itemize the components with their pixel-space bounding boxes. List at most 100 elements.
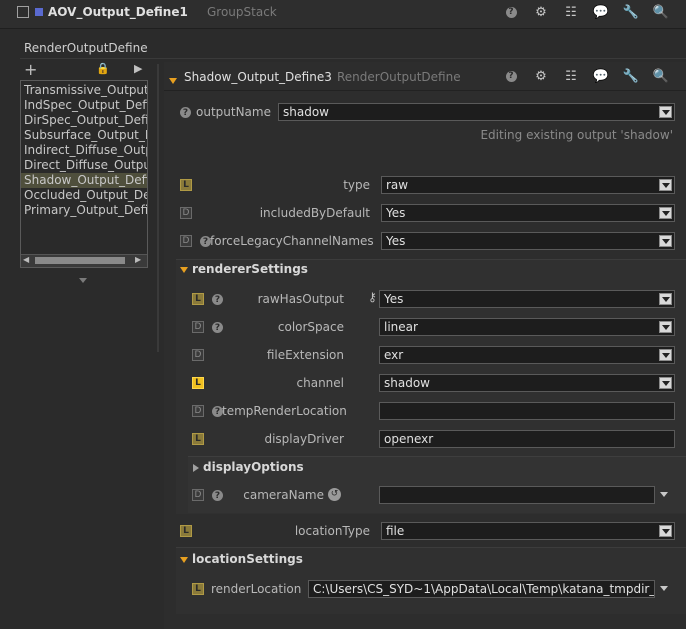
colorSpace-value: linear <box>384 320 418 334</box>
list-scrollbar[interactable]: ◀ ▶ <box>21 254 147 267</box>
outputName-label: outputName <box>196 105 271 119</box>
locationType-value: file <box>386 524 405 538</box>
scroll-right-icon[interactable]: ▶ <box>135 255 141 264</box>
chevron-down-icon[interactable] <box>659 525 672 537</box>
list-item[interactable]: Primary_Output_Defi <box>21 203 147 218</box>
type-field[interactable]: raw <box>381 176 675 194</box>
wrench-icon[interactable]: 🔧 <box>616 1 646 23</box>
search-icon[interactable]: 🔍 <box>646 1 676 23</box>
cameraName-label: cameraName <box>243 488 324 502</box>
default-badge[interactable]: D <box>192 405 204 417</box>
default-badge[interactable]: D <box>192 321 204 333</box>
renderLocation-label: renderLocation <box>211 582 302 596</box>
locationType-field[interactable]: file <box>381 522 675 540</box>
chevron-down-icon[interactable] <box>659 293 672 305</box>
forceLegacyChannelNames-value: Yes <box>386 234 406 248</box>
history-icon[interactable]: ↺ <box>328 488 341 501</box>
list-item[interactable]: Direct_Diffuse_Outpu <box>21 158 147 173</box>
chevron-down-icon[interactable] <box>660 586 668 591</box>
splitter[interactable] <box>157 64 159 352</box>
locationSettings-header[interactable]: locationSettings <box>180 552 303 566</box>
chevron-down-icon[interactable] <box>659 377 672 389</box>
scroll-thumb[interactable] <box>35 257 125 264</box>
chevron-down-icon[interactable] <box>659 349 672 361</box>
lock-icon[interactable]: 🔒 <box>96 62 110 75</box>
list-item[interactable]: Subsurface_Output_D <box>21 128 147 143</box>
help-icon[interactable]: ? <box>496 1 526 23</box>
outputName-field[interactable]: shadow <box>278 103 675 121</box>
key-icon[interactable]: ⚷ <box>368 290 377 304</box>
rawHasOutput-value: Yes <box>384 292 404 306</box>
list-item[interactable]: Occluded_Output_Def <box>21 188 147 203</box>
list-item[interactable]: Transmissive_Output_ <box>21 83 147 98</box>
local-badge[interactable]: L <box>192 433 204 445</box>
list-expand-icon[interactable] <box>79 278 87 283</box>
chevron-down-icon[interactable] <box>659 321 672 333</box>
forceLegacyChannelNames-field[interactable]: Yes <box>381 232 675 250</box>
comment-icon[interactable]: 💬 <box>586 1 616 23</box>
default-badge[interactable]: D <box>180 235 192 247</box>
list-toolbar: + 🔒 ▶ <box>20 60 148 80</box>
default-badge[interactable]: D <box>192 349 204 361</box>
type-label-bar <box>20 38 686 59</box>
chevron-down-icon[interactable] <box>659 207 672 219</box>
tempRenderLocation-field[interactable] <box>379 402 675 420</box>
displayDriver-field[interactable]: openexr <box>379 430 675 448</box>
collapse-icon[interactable] <box>180 266 188 273</box>
local-badge[interactable]: L <box>192 377 204 389</box>
displayOptions-label: displayOptions <box>203 460 304 474</box>
local-badge[interactable]: L <box>192 293 204 305</box>
local-badge[interactable]: L <box>180 179 192 191</box>
list-item[interactable]: Indirect_Diffuse_Outp <box>21 143 147 158</box>
displayDriver-label: displayDriver <box>264 432 344 446</box>
help-icon[interactable]: ? <box>180 107 191 118</box>
gear-icon[interactable]: ⚙ <box>526 1 556 23</box>
default-badge[interactable]: D <box>192 489 204 501</box>
rawHasOutput-field[interactable]: Yes <box>379 290 675 308</box>
fileExtension-label: fileExtension <box>266 348 344 362</box>
list-item[interactable]: DirSpec_Output_Defi <box>21 113 147 128</box>
list-item[interactable]: Shadow_Output_Defi <box>21 173 147 188</box>
scroll-left-icon[interactable]: ◀ <box>23 255 29 264</box>
displayOptions-header[interactable]: displayOptions <box>193 460 304 474</box>
panel-subtitle: RenderOutputDefine <box>337 70 461 84</box>
list-item[interactable]: IndSpec_Output_Defi <box>21 98 147 113</box>
list-items: Transmissive_Output_ IndSpec_Output_Defi D… <box>21 83 147 218</box>
type-label: type <box>343 178 370 192</box>
local-badge[interactable]: L <box>180 525 192 537</box>
colorSpace-field[interactable]: linear <box>379 318 675 336</box>
tempRenderLocation-label: tempRenderLocation <box>222 404 347 418</box>
type-value: raw <box>386 178 409 192</box>
cameraName-field[interactable] <box>379 486 655 504</box>
help-icon[interactable]: ? <box>212 490 223 501</box>
channel-field[interactable]: shadow <box>379 374 675 392</box>
hierarchy-icon[interactable]: ☷ <box>556 65 586 87</box>
chevron-down-icon[interactable] <box>660 492 668 497</box>
local-badge[interactable]: L <box>192 583 204 595</box>
chevron-down-icon[interactable] <box>659 106 672 118</box>
help-icon[interactable]: ? <box>212 322 223 333</box>
hierarchy-icon[interactable]: ☷ <box>556 1 586 23</box>
help-icon[interactable]: ? <box>496 65 526 87</box>
comment-icon[interactable]: 💬 <box>586 65 616 87</box>
node-title[interactable]: AOV_Output_Define1 <box>48 5 188 19</box>
panel-title[interactable]: Shadow_Output_Define3 <box>184 70 332 84</box>
chevron-down-icon[interactable] <box>659 235 672 247</box>
rawHasOutput-label: rawHasOutput <box>257 292 344 306</box>
rendererSettings-header[interactable]: rendererSettings <box>180 262 308 276</box>
wrench-icon[interactable]: 🔧 <box>616 65 646 87</box>
fileExtension-field[interactable]: exr <box>379 346 675 364</box>
default-badge[interactable]: D <box>180 207 192 219</box>
plus-icon[interactable]: + <box>24 60 37 79</box>
expand-icon[interactable] <box>193 463 199 472</box>
renderLocation-field[interactable]: C:\Users\CS_SYD~1\AppData\Local\Temp\kat… <box>308 580 655 598</box>
chevron-down-icon[interactable] <box>659 179 672 191</box>
search-icon[interactable]: 🔍 <box>646 65 676 87</box>
outputName-value: shadow <box>283 105 329 119</box>
gear-icon[interactable]: ⚙ <box>526 65 556 87</box>
includedByDefault-field[interactable]: Yes <box>381 204 675 222</box>
collapse-icon[interactable] <box>180 556 188 563</box>
collapse-icon[interactable] <box>169 73 181 87</box>
help-icon[interactable]: ? <box>212 294 223 305</box>
arrow-icon[interactable]: ▶ <box>134 62 142 75</box>
